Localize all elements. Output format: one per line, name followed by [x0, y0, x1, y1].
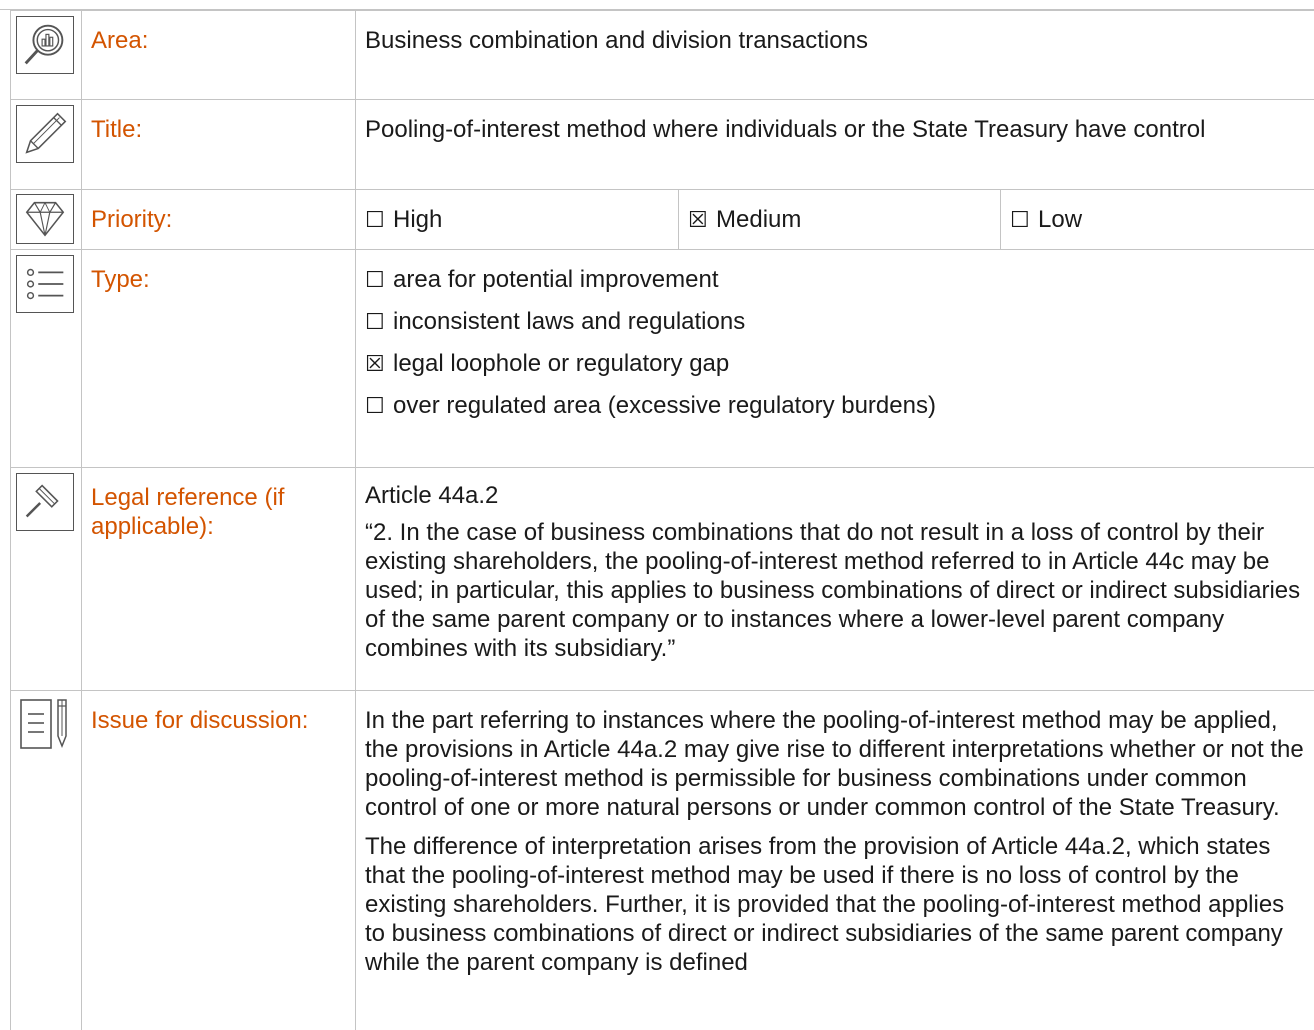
- diamond-icon: [16, 194, 74, 244]
- icon-cell: [10, 468, 82, 690]
- type-option-label: area for potential improvement: [393, 266, 719, 293]
- icon-cell: [10, 250, 82, 467]
- type-label: Type:: [91, 266, 150, 293]
- priority-option-medium[interactable]: ☒ Medium: [678, 190, 1000, 249]
- legal-content-cell: Article 44a.2 “2. In the case of busines…: [356, 468, 1314, 690]
- priority-option-low[interactable]: ☐ Low: [1000, 190, 1314, 249]
- priority-option-label: Low: [1038, 206, 1083, 233]
- priority-option-label: High: [393, 206, 443, 233]
- priority-options-cell: ☐ High ☒ Medium ☐ Low: [356, 190, 1314, 249]
- type-option[interactable]: ☒ legal loophole or regulatory gap: [365, 349, 1314, 378]
- title-value: Pooling-of-interest method where individ…: [365, 116, 1206, 143]
- magnifier-chart-icon: [16, 16, 74, 74]
- type-option-label: over regulated area (excessive regulator…: [393, 392, 936, 419]
- priority-label: Priority:: [91, 206, 173, 233]
- type-option-label: legal loophole or regulatory gap: [393, 350, 730, 377]
- row-title: Title: Pooling-of-interest method where …: [10, 99, 1314, 189]
- row-issue: Issue for discussion: In the part referr…: [10, 690, 1314, 1030]
- type-options-cell: ☐ area for potential improvement ☐ inconsi…: [356, 250, 1314, 467]
- title-value-cell: Pooling-of-interest method where individ…: [356, 100, 1314, 189]
- row-type: Type: ☐ area for potential improvement ☐ i…: [10, 249, 1314, 467]
- row-priority: Priority: ☐ High ☒ Medium ☐ Low: [10, 189, 1314, 249]
- type-option[interactable]: ☐ area for potential improvement: [365, 265, 1314, 294]
- type-option-label: inconsistent laws and regulations: [393, 308, 746, 335]
- checkbox-checked[interactable]: ☒: [688, 205, 716, 234]
- icon-cell: [10, 11, 82, 99]
- issue-paragraph: The difference of interpretation arises …: [365, 833, 1285, 976]
- priority-label-cell: Priority:: [82, 190, 356, 249]
- icon-cell: [10, 691, 82, 1030]
- priority-option-label: Medium: [716, 206, 802, 233]
- area-value: Business combination and division transa…: [365, 27, 868, 54]
- pencil-icon: [16, 105, 74, 163]
- checkbox-unchecked[interactable]: ☐: [365, 307, 393, 336]
- area-value-cell: Business combination and division transa…: [356, 11, 1314, 99]
- legal-reference-article: Article 44a.2: [365, 482, 499, 509]
- row-legal-reference: Legal reference (if applicable): Article…: [10, 467, 1314, 690]
- legal-reference-quote: “2. In the case of business combinations…: [365, 519, 1301, 662]
- legal-label-cell: Legal reference (if applicable):: [82, 468, 356, 690]
- legal-reference-label: Legal reference (if applicable):: [91, 484, 285, 540]
- issue-content-cell: In the part referring to instances where…: [356, 691, 1314, 1030]
- checkbox-checked[interactable]: ☒: [365, 349, 393, 378]
- checkbox-unchecked[interactable]: ☐: [1010, 205, 1038, 234]
- document-pen-icon: [16, 696, 74, 754]
- title-label-cell: Title:: [82, 100, 356, 189]
- title-label: Title:: [91, 116, 143, 143]
- type-option[interactable]: ☐ over regulated area (excessive regulato…: [365, 391, 1314, 420]
- area-label-cell: Area:: [82, 11, 356, 99]
- type-label-cell: Type:: [82, 250, 356, 467]
- issue-paragraph: In the part referring to instances where…: [365, 707, 1304, 821]
- priority-option-high[interactable]: ☐ High: [356, 190, 678, 249]
- issue-label: Issue for discussion:: [91, 707, 309, 734]
- gavel-icon: [16, 473, 74, 531]
- type-option[interactable]: ☐ inconsistent laws and regulations: [365, 307, 1314, 336]
- checkbox-unchecked[interactable]: ☐: [365, 265, 393, 294]
- issue-card-table: Area: Business combination and division …: [10, 9, 1314, 1030]
- icon-cell: [10, 100, 82, 189]
- list-icon: [16, 255, 74, 313]
- checkbox-unchecked[interactable]: ☐: [365, 205, 393, 234]
- issue-label-cell: Issue for discussion:: [82, 691, 356, 1030]
- row-area: Area: Business combination and division …: [10, 9, 1314, 99]
- checkbox-unchecked[interactable]: ☐: [365, 391, 393, 420]
- icon-cell: [10, 190, 82, 249]
- area-label: Area:: [91, 27, 149, 54]
